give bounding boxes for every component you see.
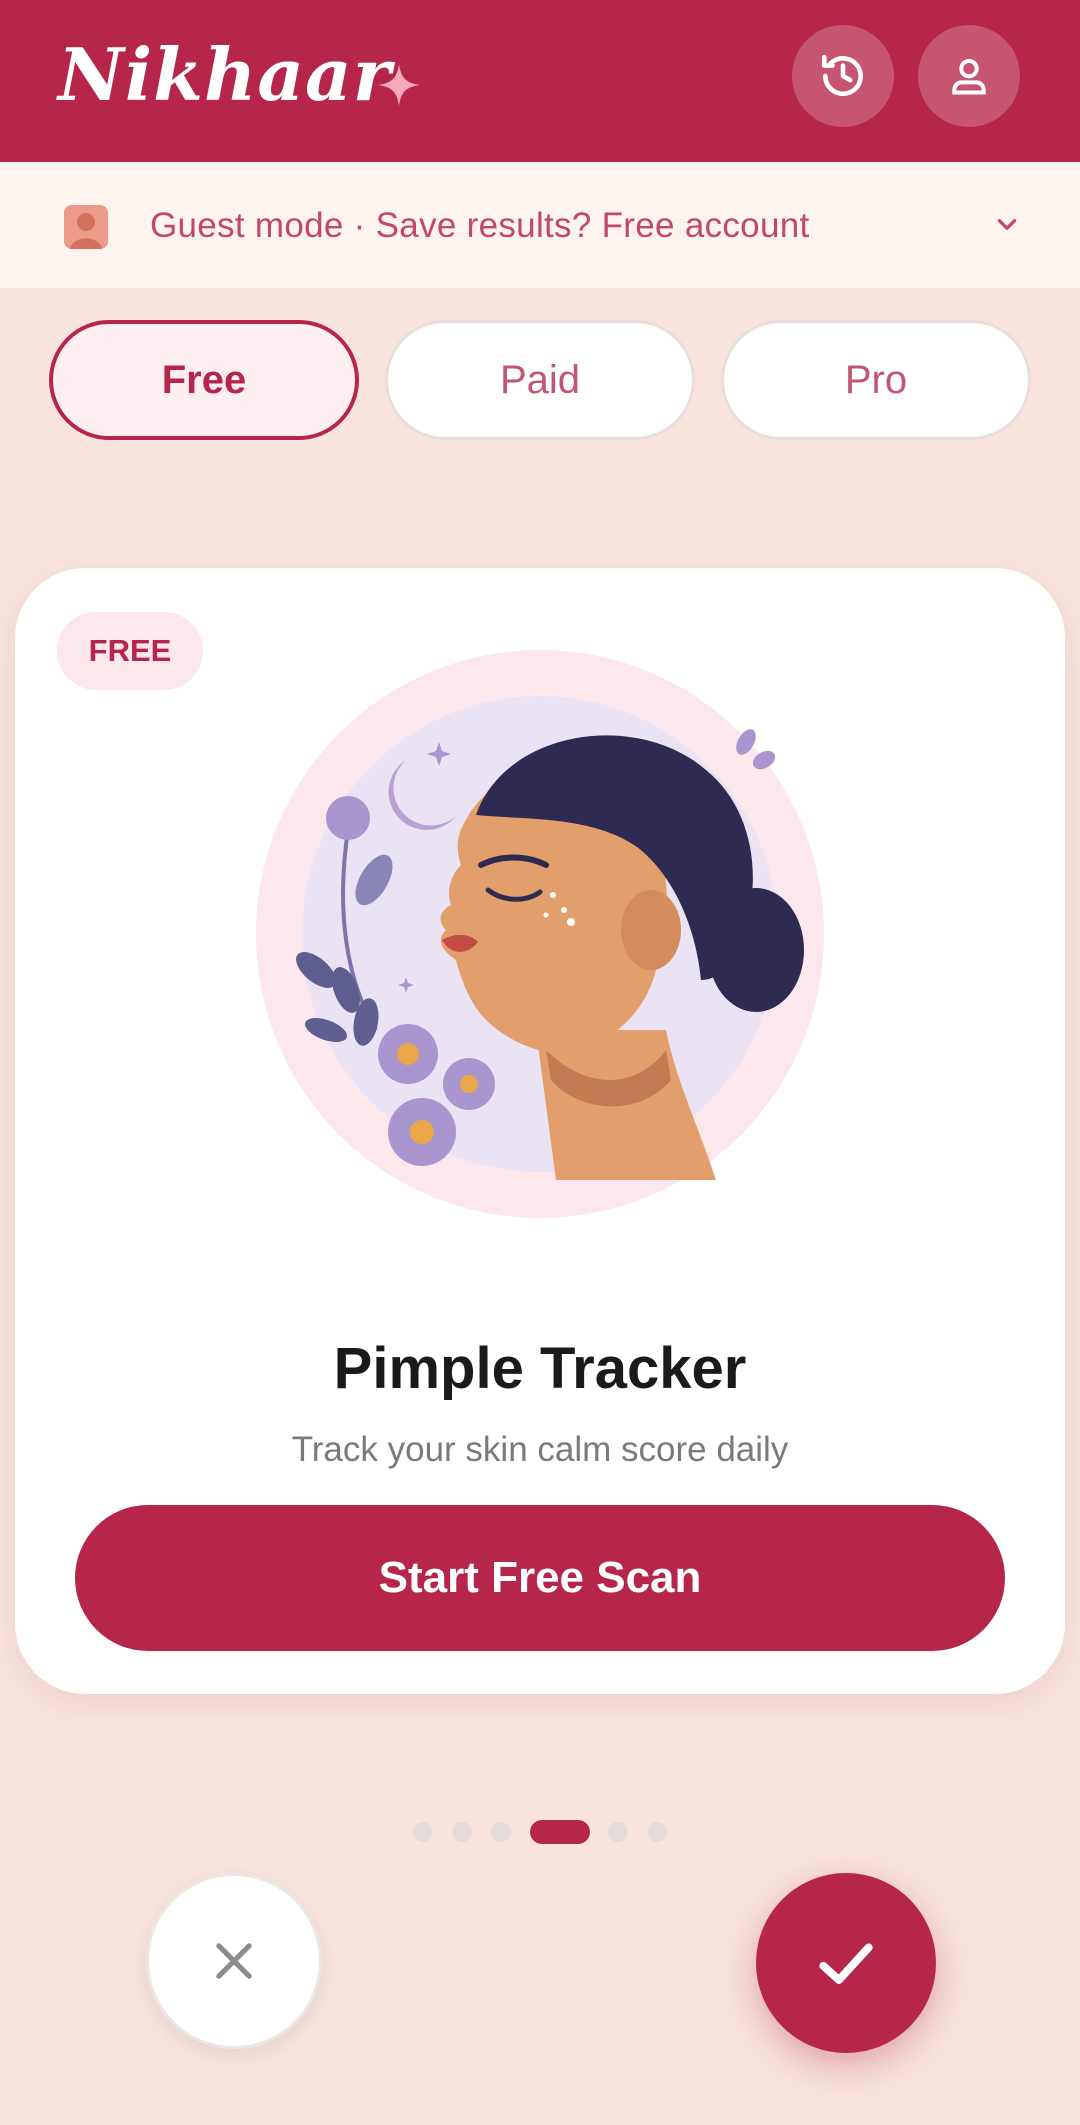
app-header: Nikhaar [0, 0, 1080, 162]
pager-dot[interactable] [413, 1822, 433, 1842]
check-icon [819, 1943, 873, 1984]
tab-pro[interactable]: Pro [721, 320, 1031, 440]
pager-dot[interactable] [491, 1822, 511, 1842]
card-subtitle: Track your skin calm score daily [291, 1430, 789, 1469]
close-icon [216, 1943, 252, 1979]
history-icon [821, 54, 863, 97]
guest-avatar-icon [64, 205, 108, 249]
pager-dot[interactable] [647, 1822, 667, 1842]
dismiss-button[interactable] [146, 1873, 322, 2049]
guest-mode-banner[interactable]: Guest mode · Save results? Free account [0, 162, 1080, 288]
pager-dot[interactable] [452, 1822, 472, 1842]
tab-free[interactable]: Free [49, 320, 359, 440]
free-badge: FREE [57, 612, 203, 690]
pager-dot-active[interactable] [530, 1820, 590, 1844]
confirm-button[interactable] [756, 1873, 936, 2053]
chevron-down-icon[interactable] [994, 212, 1020, 238]
woman-profile-illustration [256, 650, 824, 1218]
profile-button[interactable] [918, 25, 1020, 127]
pager-dot[interactable] [608, 1822, 628, 1842]
history-button[interactable] [792, 25, 894, 127]
sparkle-icon [378, 64, 420, 106]
profile-icon [952, 58, 986, 95]
guest-mode-text: Guest mode · Save results? Free account [150, 206, 810, 245]
start-free-scan-button[interactable]: Start Free Scan [75, 1505, 1005, 1651]
card-title: Pimple Tracker [333, 1336, 747, 1401]
brand-logo: Nikhaar [58, 32, 392, 117]
tab-paid[interactable]: Paid [385, 320, 695, 440]
feature-card[interactable]: FREE Pimple Tracker Track your skin calm… [15, 568, 1065, 1694]
pager-dots [0, 1820, 1080, 1844]
